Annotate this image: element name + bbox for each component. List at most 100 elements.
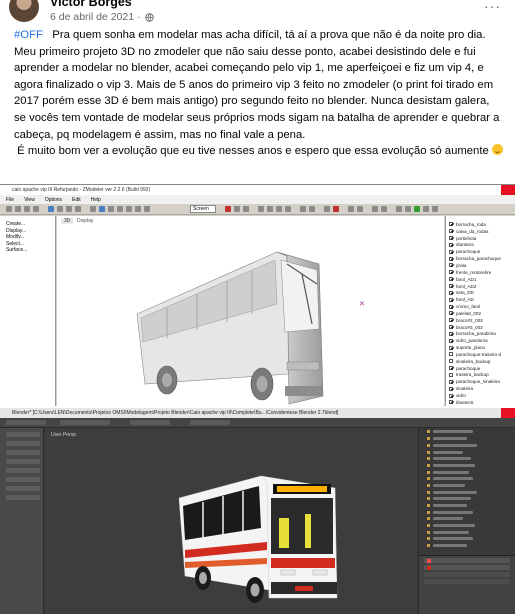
menu-edit[interactable]: Edit	[72, 197, 81, 203]
object-list-item[interactable]: suporte_placa	[446, 344, 515, 351]
tool-icon[interactable]	[48, 206, 54, 212]
tool-icon[interactable]	[267, 206, 273, 212]
tool-icon[interactable]	[309, 206, 315, 212]
outliner-row[interactable]	[427, 463, 512, 469]
outliner-row[interactable]	[427, 436, 512, 442]
tool-shelf-item[interactable]	[6, 486, 40, 491]
visibility-checkbox[interactable]	[449, 297, 453, 302]
hashtag-link[interactable]: #OFF	[14, 29, 43, 41]
tool-shelf-item[interactable]	[6, 459, 40, 464]
close-icon[interactable]	[501, 408, 515, 418]
object-list-item[interactable]: vidro	[446, 392, 515, 399]
viewport-tab-3d[interactable]: 3D	[61, 218, 74, 224]
tool-icon[interactable]	[348, 206, 354, 212]
visibility-checkbox[interactable]	[449, 304, 453, 309]
visibility-checkbox[interactable]	[449, 325, 453, 330]
object-list-item[interactable]: borracha_parachoque	[446, 255, 515, 262]
tool-icon[interactable]	[24, 206, 30, 212]
close-icon[interactable]	[501, 185, 515, 195]
outliner-row[interactable]	[427, 483, 512, 489]
object-list-item[interactable]: prata	[446, 262, 515, 269]
tool-icon[interactable]	[75, 206, 81, 212]
tool-shelf-item[interactable]	[6, 477, 40, 482]
command-surface[interactable]: Surface...	[6, 247, 55, 254]
visibility-checkbox[interactable]	[449, 345, 453, 350]
tool-icon[interactable]	[258, 206, 264, 212]
visibility-checkbox[interactable]	[449, 318, 453, 323]
tool-icon[interactable]	[300, 206, 306, 212]
outliner-row[interactable]	[427, 516, 512, 522]
post-date[interactable]: 6 de abril de 2021 ·	[50, 11, 155, 23]
tool-shelf-item[interactable]	[6, 495, 40, 500]
tool-icon[interactable]	[108, 206, 114, 212]
object-list-item[interactable]: calva_da_rodas	[446, 228, 515, 235]
tool-icon[interactable]	[423, 206, 429, 212]
outliner-row[interactable]	[427, 530, 512, 536]
visibility-checkbox[interactable]	[449, 366, 453, 371]
author-avatar[interactable]	[9, 0, 39, 22]
tool-icon[interactable]	[126, 206, 132, 212]
zmodeler-3d-viewport[interactable]: 3D Display ✕	[57, 216, 444, 406]
outliner-row[interactable]	[427, 536, 512, 542]
visibility-checkbox[interactable]	[449, 331, 453, 336]
object-list-item[interactable]: parachoque	[446, 365, 515, 372]
tool-icon[interactable]	[33, 206, 39, 212]
tool-icon[interactable]	[144, 206, 150, 212]
tool-shelf-item[interactable]	[6, 432, 40, 437]
tool-icon[interactable]	[357, 206, 363, 212]
tool-shelf-item[interactable]	[6, 468, 40, 473]
tool-icon[interactable]	[66, 206, 72, 212]
outliner-row[interactable]	[427, 489, 512, 495]
object-list-item[interactable]: portinhola	[446, 235, 515, 242]
visibility-checkbox[interactable]	[449, 372, 453, 377]
object-list-item[interactable]: borracha_roda	[446, 221, 515, 228]
tool-icon[interactable]	[396, 206, 402, 212]
layout-select[interactable]	[60, 420, 110, 425]
object-list-item[interactable]: vidro_pandorva	[446, 337, 515, 344]
render-engine-select[interactable]	[190, 420, 230, 425]
material-slot[interactable]	[424, 558, 510, 563]
visibility-checkbox[interactable]	[449, 290, 453, 295]
object-list-item[interactable]: sinaleira	[446, 385, 515, 392]
menu-file[interactable]: File	[6, 197, 14, 203]
tool-icon[interactable]	[57, 206, 63, 212]
object-list-item[interactable]: borracha_parabrisa	[446, 331, 515, 338]
tool-icon[interactable]	[432, 206, 438, 212]
more-options-button[interactable]: ···	[484, 0, 501, 14]
blender-3d-viewport[interactable]: User Persp	[45, 428, 417, 614]
visibility-checkbox[interactable]	[449, 263, 453, 268]
visibility-checkbox[interactable]	[449, 400, 453, 405]
outliner-row[interactable]	[427, 476, 512, 482]
tool-icon[interactable]	[225, 206, 231, 212]
post-date-text[interactable]: 6 de abril de 2021 ·	[50, 11, 140, 23]
zmodeler-screenshot[interactable]: caio apache vip III Refurjando - ZModele…	[0, 184, 515, 406]
material-slot[interactable]	[424, 565, 510, 570]
visibility-checkbox[interactable]	[449, 222, 453, 227]
object-list-item[interactable]: farol_AD1	[446, 276, 515, 283]
object-list-item[interactable]: sinaleira_backup	[446, 358, 515, 365]
object-list-item[interactable]: parachoque_sinaleira	[446, 378, 515, 385]
object-list-item[interactable]: parachoque-traseiro-d	[446, 351, 515, 358]
tool-icon[interactable]	[15, 206, 21, 212]
outliner-row[interactable]	[427, 469, 512, 475]
object-list-item[interactable]: parachoque	[446, 248, 515, 255]
maximize-icon[interactable]	[487, 185, 501, 195]
menu-options[interactable]: Options	[45, 197, 62, 203]
minimize-icon[interactable]	[473, 408, 487, 418]
tool-icon[interactable]	[135, 206, 141, 212]
visibility-checkbox[interactable]	[449, 270, 453, 275]
menu-help[interactable]: Help	[91, 197, 101, 203]
object-list-item[interactable]: seta_DD	[446, 289, 515, 296]
visibility-checkbox[interactable]	[449, 284, 453, 289]
tool-icon[interactable]	[90, 206, 96, 212]
visibility-checkbox[interactable]	[449, 338, 453, 343]
tool-icon[interactable]	[243, 206, 249, 212]
menu-view[interactable]: View	[24, 197, 35, 203]
tool-icon[interactable]	[99, 206, 105, 212]
outliner-row[interactable]	[427, 443, 512, 449]
visibility-checkbox[interactable]	[449, 311, 453, 316]
mode-select[interactable]: Screen	[190, 205, 216, 213]
object-list-item[interactable]: cromo_farol	[446, 303, 515, 310]
tool-icon[interactable]	[414, 206, 420, 212]
tool-icon[interactable]	[117, 206, 123, 212]
